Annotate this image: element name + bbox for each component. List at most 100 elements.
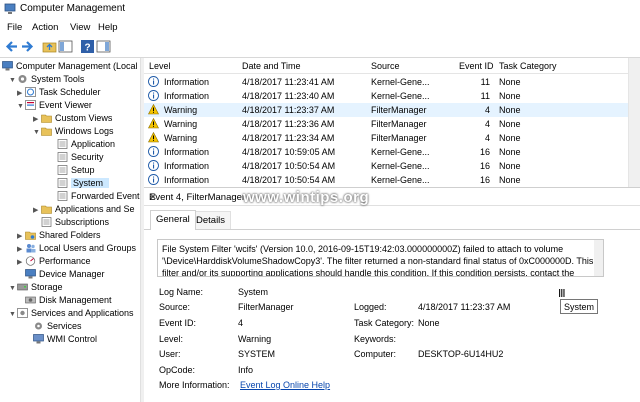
event-date: 4/18/2017 11:23:41 AM <box>242 77 335 87</box>
tree-item-applications-and-services[interactable]: ▶ Applications and Se <box>33 203 135 216</box>
show-hide-tree-icon[interactable] <box>58 39 73 54</box>
tree-item-services-and-applications[interactable]: ▼ Services and Applications <box>9 307 134 320</box>
event-row[interactable]: Warning 4/18/2017 11:23:37 AM FilterManage… <box>144 103 628 117</box>
event-log-online-help-link[interactable]: Event Log Online Help <box>240 380 330 390</box>
tree-item-wmi-control[interactable]: WMI Control <box>33 333 97 346</box>
tree-item-label: Applications and Se <box>55 204 135 214</box>
event-message[interactable]: File System Filter 'wcifs' (Version 10.0… <box>157 239 604 277</box>
tree-item-system-tools[interactable]: ▼ System Tools <box>9 73 84 86</box>
help-icon[interactable]: ? <box>80 39 95 54</box>
show-action-pane-icon[interactable] <box>96 39 111 54</box>
tree-item-performance[interactable]: ▶ Performance <box>17 255 91 268</box>
event-row[interactable]: Information 4/18/2017 11:23:40 AM Kernel-G… <box>144 89 628 103</box>
event-list-scrollbar[interactable] <box>628 58 640 187</box>
event-category: None <box>499 161 521 171</box>
up-folder-icon[interactable] <box>42 39 57 54</box>
computer-management-icon <box>2 61 13 71</box>
collapse-chevron-icon[interactable]: ▼ <box>9 282 17 295</box>
tree-item-windows-logs[interactable]: ▼ Windows Logs <box>33 125 114 138</box>
tree-item-label: Event Viewer <box>39 100 92 110</box>
device-manager-icon <box>25 269 36 279</box>
collapse-chevron-icon[interactable]: ▼ <box>9 74 17 87</box>
collapse-chevron-icon[interactable]: ▼ <box>17 100 25 113</box>
tree-item-local-users-and-groups[interactable]: ▶ Local Users and Groups <box>17 242 136 255</box>
event-row[interactable]: Warning 4/18/2017 11:23:36 AM FilterManage… <box>144 117 628 131</box>
tree-item-label: Performance <box>39 256 91 266</box>
tree-item-storage[interactable]: ▼ Storage <box>9 281 63 294</box>
event-category: None <box>499 175 521 185</box>
tree-item-device-manager[interactable]: Device Manager <box>17 268 105 281</box>
event-row[interactable]: Information 4/18/2017 11:23:41 AM Kernel-G… <box>144 75 628 89</box>
back-arrow-icon[interactable] <box>4 39 19 54</box>
tree-item-label: Storage <box>31 282 63 292</box>
event-row[interactable]: Information 4/18/2017 10:50:54 AM Kernel-G… <box>144 173 628 187</box>
collapse-chevron-icon[interactable]: ▼ <box>33 126 41 139</box>
window-title: Computer Management <box>20 3 126 14</box>
forward-arrow-icon[interactable] <box>20 39 35 54</box>
event-row[interactable]: Information 4/18/2017 10:50:54 AM Kernel-G… <box>144 159 628 173</box>
event-row[interactable]: Warning 4/18/2017 11:23:34 AM FilterManage… <box>144 131 628 145</box>
tree-item-system[interactable]: System <box>49 177 110 190</box>
event-level: Warning <box>164 119 198 129</box>
collapse-chevron-icon[interactable]: ▼ <box>9 308 17 321</box>
info-icon <box>148 90 159 101</box>
tab-general[interactable]: General <box>150 210 196 230</box>
tree-item-services[interactable]: Services <box>33 320 82 333</box>
event-source: FilterManager <box>371 105 427 115</box>
event-level: Information <box>164 175 210 185</box>
tree-item-label: Security <box>71 152 104 162</box>
navigation-tree: Computer Management (Local ▼ System Tools… <box>0 58 140 402</box>
tree-item-custom-views[interactable]: ▶ Custom Views <box>33 112 112 125</box>
tree-item-label: Computer Management (Local <box>16 61 138 71</box>
tree-item-disk-management[interactable]: Disk Management <box>17 294 112 307</box>
menu-file[interactable]: File <box>7 22 22 33</box>
field-value-log-name: System <box>238 287 269 297</box>
tree-item-label: Services <box>47 321 82 331</box>
event-source: Kernel-Gene... <box>371 91 430 101</box>
event-row[interactable]: Information 4/18/2017 10:59:05 AM Kernel-G… <box>144 145 628 159</box>
tree-item-forwarded-events[interactable]: Forwarded Event <box>49 190 140 203</box>
event-category: None <box>499 91 521 101</box>
tree-item-label: System <box>71 178 110 188</box>
message-scrollbar[interactable] <box>594 240 603 276</box>
event-source: FilterManager <box>371 133 427 143</box>
event-source: Kernel-Gene... <box>371 77 430 87</box>
performance-icon <box>25 256 36 266</box>
log-icon <box>41 217 52 227</box>
field-label-user: User: <box>159 349 181 359</box>
tree-item-label: Shared Folders <box>39 230 101 240</box>
column-header-event-id[interactable]: Event ID <box>459 61 494 71</box>
info-icon <box>148 174 159 185</box>
tree-item-label: WMI Control <box>47 334 98 344</box>
column-header-task-category[interactable]: Task Category <box>499 61 557 71</box>
field-value-source: FilterManager <box>238 302 294 312</box>
field-value-logged: 4/18/2017 11:23:37 AM <box>418 302 511 312</box>
disk-icon <box>25 296 36 304</box>
event-category: None <box>499 77 521 87</box>
column-header-level[interactable]: Level <box>149 61 171 71</box>
event-detail-header: Event 4, FilterManager ✕ <box>144 188 640 206</box>
tree-item-task-scheduler[interactable]: ▶ Task Scheduler <box>17 86 101 99</box>
tab-divider <box>144 229 640 230</box>
column-header-source[interactable]: Source <box>371 61 400 71</box>
tree-item-label: Subscriptions <box>55 217 110 227</box>
tree-item-application[interactable]: Application <box>49 138 115 151</box>
tree-item-security[interactable]: Security <box>49 151 104 164</box>
event-id: 16 <box>479 175 490 185</box>
tree-item-computer-management[interactable]: Computer Management (Local <box>2 60 138 73</box>
menu-action[interactable]: Action <box>32 22 58 33</box>
event-id: 4 <box>484 105 490 115</box>
tree-item-setup[interactable]: Setup <box>49 164 95 177</box>
tree-item-event-viewer[interactable]: ▼ Event Viewer <box>17 99 92 112</box>
tree-item-subscriptions[interactable]: Subscriptions <box>33 216 109 229</box>
menu-view[interactable]: View <box>70 22 90 33</box>
tab-details[interactable]: Details <box>190 211 232 229</box>
menu-help[interactable]: Help <box>98 22 118 33</box>
event-id: 11 <box>480 77 490 87</box>
close-icon[interactable]: ✕ <box>149 192 634 203</box>
event-viewer-icon <box>25 100 36 110</box>
field-label-level: Level: <box>159 334 184 344</box>
tree-item-shared-folders[interactable]: ▶ Shared Folders <box>17 229 101 242</box>
field-value-level: Warning <box>238 334 272 344</box>
column-header-date[interactable]: Date and Time <box>242 61 301 71</box>
